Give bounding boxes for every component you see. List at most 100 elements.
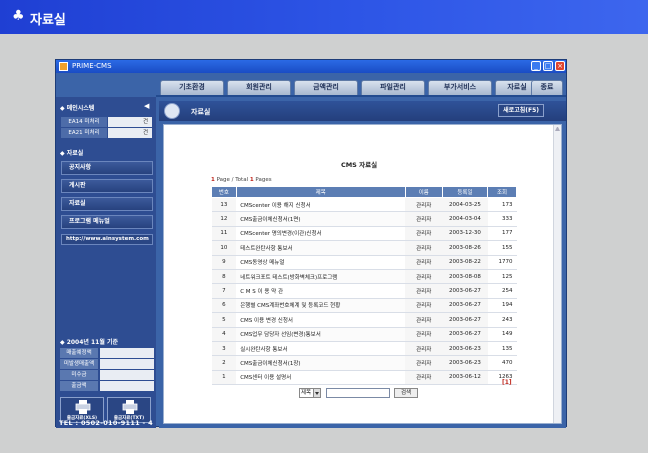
row-subject[interactable]: CMScenter 이용 해지 신청서 (236, 197, 406, 213)
close-icon[interactable]: × (555, 61, 565, 71)
row-subject[interactable]: CMS출금이체신청서(1장) (236, 355, 406, 371)
table-row[interactable]: 2 CMS출금이체신청서(1장) 관리자 2003-06-23 470 (211, 355, 517, 371)
row-date: 2003-06-23 (442, 341, 488, 357)
row-number: 3 (211, 341, 237, 357)
ea21-value: 건 (108, 128, 152, 138)
scroll-up-icon[interactable] (555, 126, 560, 131)
row-date: 2003-06-23 (442, 355, 488, 371)
row-subject[interactable]: CMS 이용 변경 신청서 (236, 312, 406, 328)
board-title: CMS 자료실 (340, 161, 378, 169)
row-number: 6 (211, 298, 237, 314)
tab-file-management[interactable]: 파일관리 (361, 80, 425, 95)
stat-row-withdrawal: 출금액 (60, 381, 154, 391)
row-date: 2004-03-25 (442, 197, 488, 213)
sidebar-item-archive[interactable]: 자료실 (61, 197, 153, 211)
table-row[interactable]: 9 CMS동영상 메뉴얼 관리자 2003-08-22 1770 (211, 255, 517, 270)
sidebar-item-manual[interactable]: 프로그램 메뉴얼 (61, 215, 153, 229)
ea14-count-row: EA14 미처리 건 (61, 117, 152, 127)
stat-label: 미수금 (60, 370, 98, 380)
row-number: 1 (211, 370, 237, 386)
collapse-icon[interactable]: ◀ (144, 102, 149, 110)
row-date: 2003-06-27 (442, 298, 488, 314)
row-subject[interactable]: CMS출금이체신청서(1면) (236, 211, 406, 227)
row-subject[interactable]: 네트워크포트 테스트(방화벽체크)프로그램 (236, 269, 406, 285)
table-row[interactable]: 7C M S 이 용 약 관 관리자 2003-06-27 254 (211, 283, 517, 299)
row-date: 2003-08-08 (442, 269, 488, 285)
table-row[interactable]: 4 CMS업무 담당자 선임(변경)통보서 관리자 2003-06-27 149 (211, 327, 517, 342)
vertical-scrollbar[interactable] (553, 125, 561, 423)
row-subject[interactable]: 은행별 CMS계좌번호체계 및 등록코드 현황 (236, 298, 406, 314)
printer-icon (75, 400, 91, 414)
ea21-count-row: EA21 미처리 건 (61, 128, 152, 138)
chevron-down-icon[interactable] (313, 389, 320, 397)
column-header-views: 조회 (487, 186, 517, 198)
row-author: 관리자 (405, 298, 443, 314)
row-subject[interactable]: C M S 이 용 약 관 (236, 283, 406, 299)
stat-label: 출금액 (60, 381, 98, 391)
stat-value (100, 359, 154, 369)
row-subject[interactable]: CMS동영상 메뉴얼 (236, 255, 406, 270)
page-link[interactable]: [1] (502, 379, 512, 386)
tab-amount-management[interactable]: 금액관리 (294, 80, 358, 95)
row-subject[interactable]: 실시완탄사항 통보서 (236, 341, 406, 357)
row-author: 관리자 (405, 355, 443, 371)
row-subject[interactable]: 테스트완탄사항 통보서 (236, 240, 406, 256)
archive-heading: ◆ 자료실 (60, 150, 84, 157)
table-row[interactable]: 6 은행별 CMS계좌번호체계 및 등록코드 현황 관리자 2003-06-27 194 (211, 298, 517, 314)
archive-table: 번호 제목 이름 등록일 조회 13 CMScenter 이용 해지 신청서 관리자… (211, 186, 517, 386)
row-number: 4 (211, 327, 237, 342)
minimize-icon[interactable]: _ (531, 61, 541, 71)
page-text-b: Pages (253, 177, 272, 183)
maximize-icon[interactable]: □ (543, 61, 553, 71)
row-author: 관리자 (405, 211, 443, 227)
row-number: 7 (211, 283, 237, 299)
search-input[interactable] (326, 388, 390, 398)
table-row[interactable]: 3 실시완탄사항 통보서 관리자 2003-06-23 135 (211, 341, 517, 357)
row-subject[interactable]: CMS센터 이용 설명서 (236, 370, 406, 386)
ea21-label: EA21 미처리 (61, 128, 107, 138)
tab-exit[interactable]: 종료 (531, 80, 563, 95)
table-row[interactable]: 5 CMS 이용 변경 신청서 관리자 2003-06-27 243 (211, 312, 517, 328)
main-menu: 기초환경 회원관리 금액관리 파일관리 부가서비스 자료실 종료 (56, 73, 566, 97)
sidebar-item-notice[interactable]: 공지사항 (61, 161, 153, 175)
table-row[interactable]: 13 CMScenter 이용 해지 신청서 관리자 2004-03-25 173 (211, 197, 517, 213)
sidebar: ◆ 메인시스템 ◀ EA14 미처리 건 EA21 미처리 건 ◆ 자료실 공지… (56, 97, 156, 428)
row-views: 149 (487, 327, 517, 342)
content-title: 자료실 (191, 108, 211, 116)
table-row[interactable]: 12 CMS출금이체신청서(1면) 관리자 2004-03-04 333 (211, 211, 517, 227)
row-views: 173 (487, 197, 517, 213)
table-row[interactable]: 8 네트워크포트 테스트(방화벽체크)프로그램 관리자 2003-08-08 125 (211, 269, 517, 285)
stat-label: 매출예정액 (60, 348, 98, 358)
app-icon (59, 62, 68, 71)
row-views: 254 (487, 283, 517, 299)
refresh-button[interactable]: 새로고침(F5) (498, 104, 544, 117)
app-window: PRIME-CMS _ □ × 기초환경 회원관리 금액관리 파일관리 부가서비… (55, 59, 567, 428)
column-header-date: 등록일 (441, 186, 489, 198)
row-subject[interactable]: CMS업무 담당자 선임(변경)통보서 (236, 327, 406, 342)
table-row[interactable]: 11 CMScenter 명의변경(이관)신청서 관리자 2003-12-30 177 (211, 226, 517, 242)
row-subject[interactable]: CMScenter 명의변경(이관)신청서 (236, 226, 406, 242)
row-author: 관리자 (405, 197, 443, 213)
row-author: 관리자 (405, 226, 443, 242)
website-link[interactable]: http://www.ainsystem.com (61, 234, 153, 245)
search-field-select[interactable]: 제목 (299, 388, 321, 398)
stat-value (100, 348, 154, 358)
row-views: 194 (487, 298, 517, 314)
row-number: 10 (211, 240, 237, 256)
table-row[interactable]: 10 테스트완탄사항 통보서 관리자 2003-08-26 155 (211, 240, 517, 256)
ea14-value: 건 (108, 117, 152, 127)
tab-member-management[interactable]: 회원관리 (227, 80, 291, 95)
search-button[interactable]: 검색 (394, 388, 418, 398)
row-number: 2 (211, 355, 237, 371)
gear-icon (164, 103, 180, 119)
page-title: 자료실 (30, 13, 66, 28)
window-titlebar: PRIME-CMS _ □ × (56, 60, 566, 73)
sidebar-item-board[interactable]: 게시판 (61, 179, 153, 193)
row-author: 관리자 (405, 240, 443, 256)
stat-label: 미발생매출액 (60, 359, 98, 369)
tab-basic-settings[interactable]: 기초환경 (160, 80, 224, 95)
column-header-subject: 제목 (235, 186, 406, 198)
page-info: 1 Page / Total 1 Pages (211, 177, 272, 183)
table-row[interactable]: 1 CMS센터 이용 설명서 관리자 2003-06-12 1263 (211, 370, 517, 386)
tab-additional-services[interactable]: 부가서비스 (428, 80, 492, 95)
